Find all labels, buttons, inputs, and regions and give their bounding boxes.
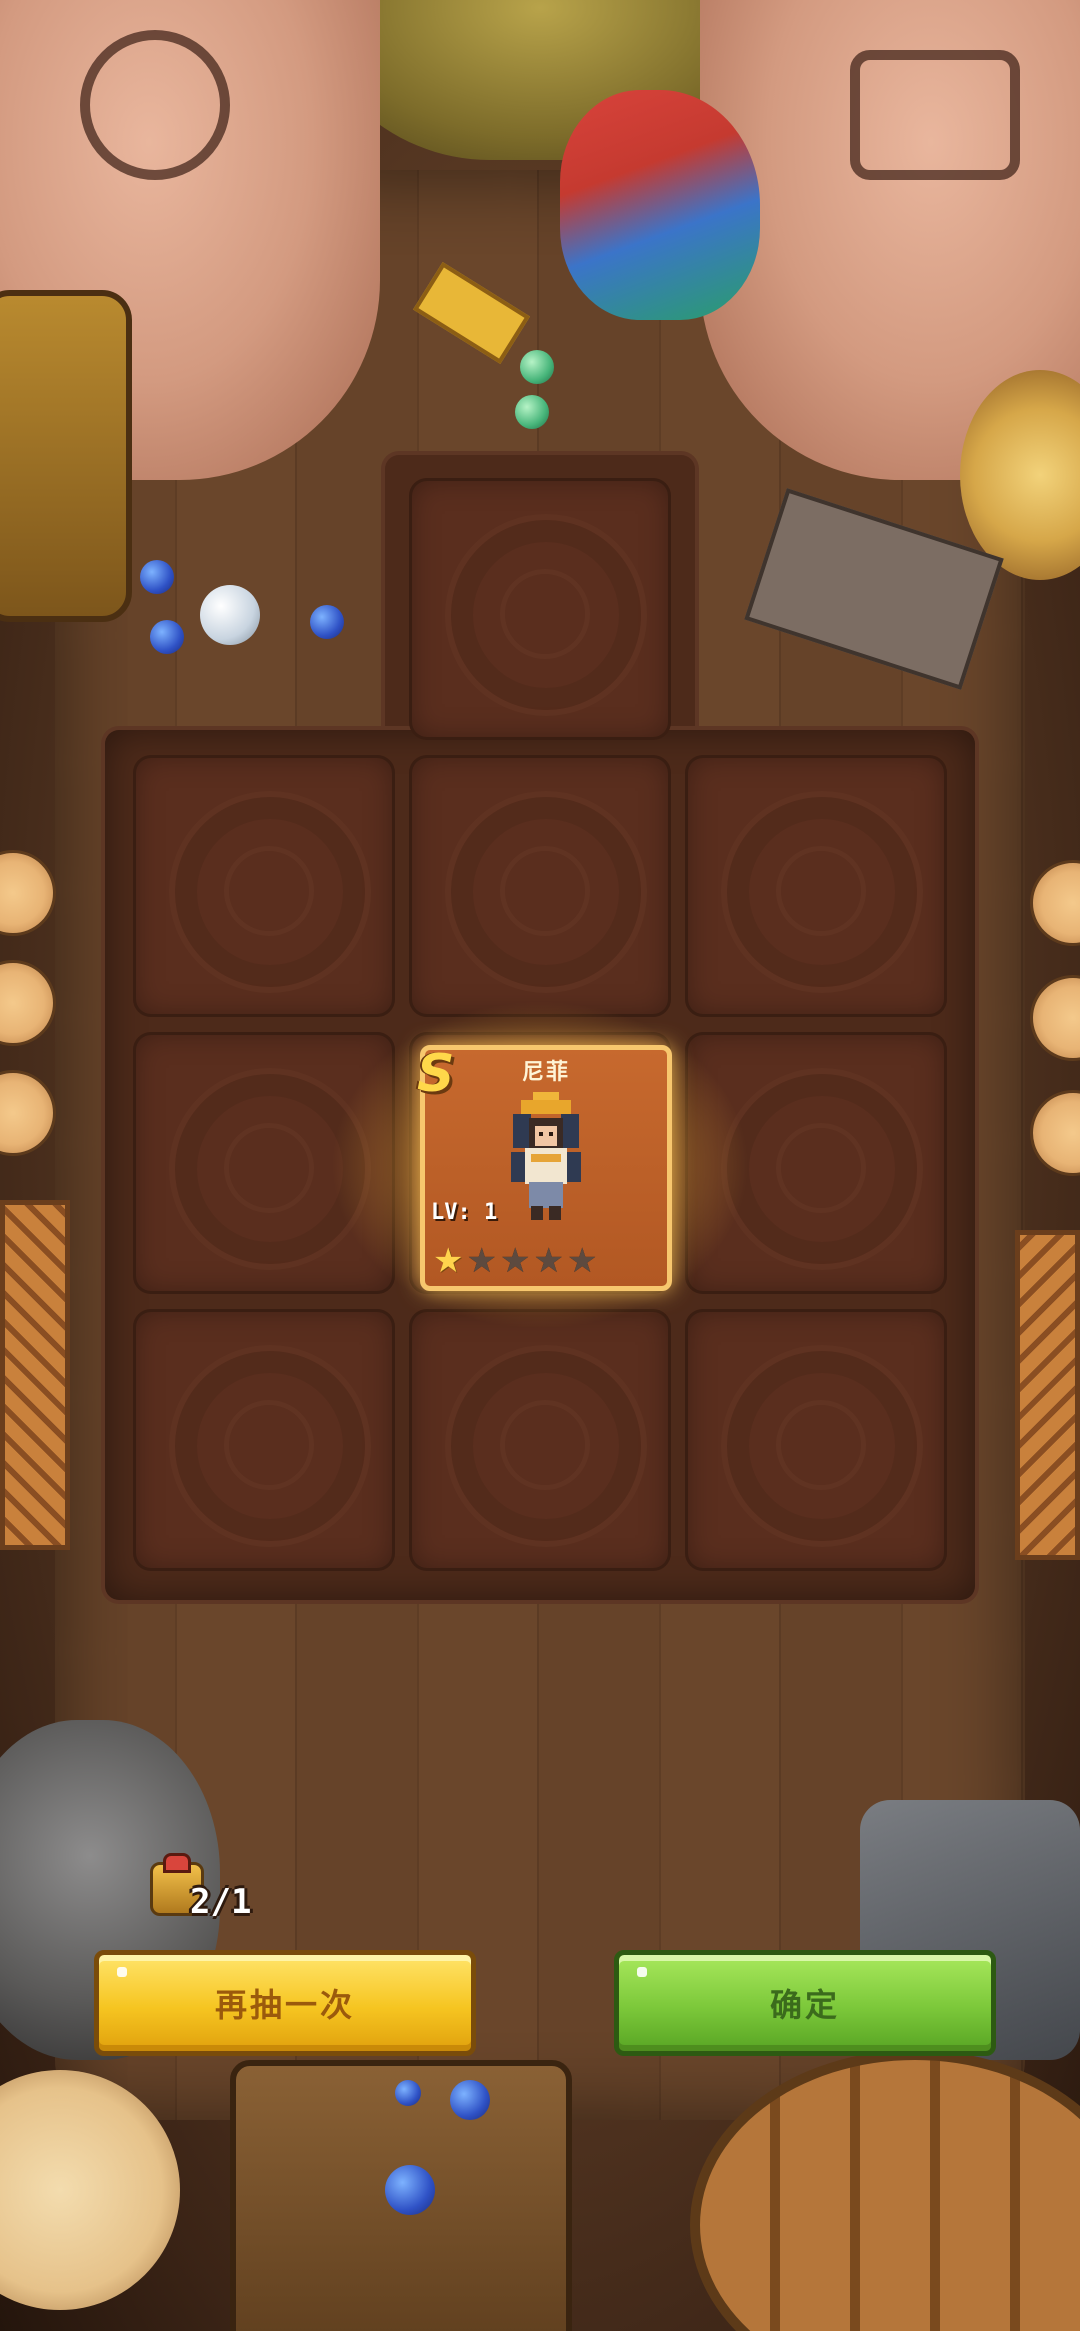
gem-icon <box>385 2165 435 2215</box>
card-slot <box>685 755 947 1017</box>
hero-card[interactable]: 尼菲 S LV: 1 ★ ★ ★ ★ ★ <box>417 1044 672 1291</box>
star-icon-filled: ★ <box>433 1241 464 1281</box>
parrot-decoration <box>560 90 760 320</box>
card-slot <box>409 478 671 740</box>
draw-ticket-counter: 2/1 <box>150 1853 300 1922</box>
button-highlight <box>637 1967 647 1977</box>
gem-icon <box>200 585 260 645</box>
star-icon-empty: ★ <box>499 1241 531 1281</box>
card-slot <box>133 1309 395 1571</box>
rank-badge: S <box>417 1044 455 1104</box>
ticket-count: 2/1 <box>190 1882 252 1922</box>
gem-icon <box>515 395 549 429</box>
gem-icon <box>310 605 344 639</box>
card-slot <box>685 1309 947 1571</box>
gem-icon <box>520 350 554 384</box>
gem-icon <box>450 2080 490 2120</box>
game-scene: 尼菲 S LV: 1 ★ ★ ★ ★ ★ 2/1 再抽一次 确定 <box>0 0 1080 2331</box>
gem-icon <box>150 620 184 654</box>
gem-icon <box>395 2080 421 2106</box>
draw-again-label: 再抽一次 <box>214 1986 355 2024</box>
star-icon-empty: ★ <box>533 1241 564 1281</box>
confirm-label: 确定 <box>769 1986 840 2024</box>
star-icon-empty: ★ <box>466 1241 497 1281</box>
button-highlight <box>117 1967 127 1977</box>
lattice-panel-right <box>1015 1230 1080 1560</box>
hero-portrait <box>511 1092 581 1220</box>
draw-again-button[interactable]: 再抽一次 <box>94 1950 476 2056</box>
card-slot <box>409 755 671 1017</box>
hero-level: LV: 1 <box>431 1200 498 1225</box>
card-slot <box>133 755 395 1017</box>
lattice-panel-left <box>0 1200 70 1550</box>
confirm-button[interactable]: 确定 <box>614 1950 996 2056</box>
golden-amulet-decoration <box>0 290 132 622</box>
star-icon-empty: ★ <box>566 1241 598 1281</box>
gem-icon <box>140 560 174 594</box>
star-rating: ★ ★ ★ ★ ★ <box>433 1244 597 1278</box>
card-slot <box>409 1309 671 1571</box>
